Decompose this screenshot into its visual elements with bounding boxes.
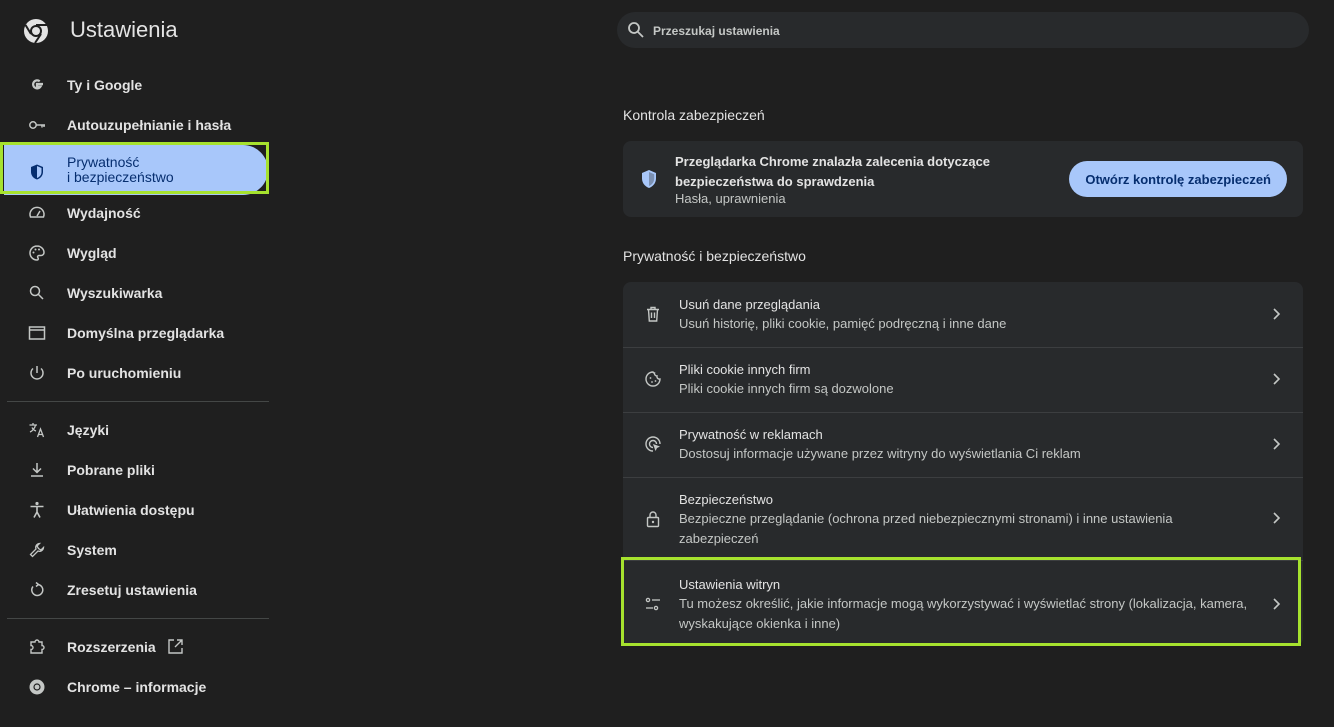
sidebar-item-label: Prywatność i bezpieczeństwo bbox=[67, 154, 174, 185]
sidebar-item-autofill[interactable]: Autouzupełnianie i hasła bbox=[0, 105, 270, 145]
row-subtitle: Bezpieczne przeglądanie (ochrona przed n… bbox=[679, 511, 1173, 546]
row-title: Usuń dane przeglądania bbox=[679, 297, 820, 312]
row-ad-privacy[interactable]: Prywatność w reklamach Dostosuj informac… bbox=[623, 412, 1303, 477]
sidebar-item-on-startup[interactable]: Po uruchomieniu bbox=[0, 353, 270, 393]
row-subtitle: Pliki cookie innych firm są dozwolone bbox=[679, 381, 894, 396]
trash-icon bbox=[644, 305, 662, 323]
sidebar-item-search-engine[interactable]: Wyszukiwarka bbox=[0, 273, 270, 313]
palette-icon bbox=[28, 244, 46, 262]
key-icon bbox=[28, 116, 46, 134]
sidebar-item-downloads[interactable]: Pobrane pliki bbox=[0, 450, 270, 490]
safety-check-section-title: Kontrola zabezpieczeń bbox=[623, 107, 765, 123]
sidebar-item-label: Rozszerzenia bbox=[67, 638, 156, 655]
search-icon bbox=[28, 284, 46, 302]
sidebar-item-label: Wyszukiwarka bbox=[67, 284, 163, 301]
row-third-party-cookies[interactable]: Pliki cookie innych firm Pliki cookie in… bbox=[623, 347, 1303, 412]
sidebar-item-label: Zresetuj ustawienia bbox=[67, 581, 197, 598]
browser-window-icon bbox=[28, 324, 46, 342]
row-title: Bezpieczeństwo bbox=[679, 492, 773, 507]
sidebar-item-label: Wydajność bbox=[67, 204, 141, 221]
row-security[interactable]: Bezpieczeństwo Bezpieczne przeglądanie (… bbox=[623, 477, 1303, 560]
settings-search-bar[interactable] bbox=[617, 12, 1309, 50]
wrench-icon bbox=[28, 541, 46, 559]
sidebar-item-label: Ty i Google bbox=[67, 76, 143, 93]
sidebar-item-reset[interactable]: Zresetuj ustawienia bbox=[0, 570, 270, 610]
sidebar: Ty i Google Autouzupełnianie i hasła Pry… bbox=[0, 64, 275, 727]
sidebar-item-system[interactable]: System bbox=[0, 530, 270, 570]
lock-icon bbox=[644, 510, 662, 528]
puzzle-icon bbox=[28, 638, 46, 656]
power-icon bbox=[28, 364, 46, 382]
sidebar-item-label: Pobrane pliki bbox=[67, 461, 155, 478]
accessibility-icon bbox=[28, 501, 46, 519]
row-title: Prywatność w reklamach bbox=[679, 427, 823, 442]
translate-icon bbox=[28, 421, 46, 439]
sidebar-item-label: Ułatwienia dostępu bbox=[67, 501, 195, 518]
sidebar-item-label: System bbox=[67, 541, 117, 558]
sidebar-item-privacy[interactable]: Prywatność i bezpieczeństwo bbox=[0, 145, 270, 195]
row-clear-browsing-data[interactable]: Usuń dane przeglądania Usuń historię, pl… bbox=[623, 282, 1303, 347]
sidebar-item-about-chrome[interactable]: Chrome – informacje bbox=[0, 667, 270, 707]
open-in-new-icon[interactable] bbox=[167, 638, 184, 655]
reset-icon bbox=[28, 581, 46, 599]
sidebar-item-label: Języki bbox=[67, 421, 110, 438]
shield-icon bbox=[28, 163, 46, 181]
safety-check-subtitle: Hasła, uprawnienia bbox=[675, 191, 786, 206]
sidebar-item-appearance[interactable]: Wygląd bbox=[0, 233, 270, 273]
privacy-section-title: Prywatność i bezpieczeństwo bbox=[623, 248, 806, 264]
safety-check-card: Przeglądarka Chrome znalazła zalecenia d… bbox=[623, 141, 1303, 217]
open-safety-check-button[interactable]: Otwórz kontrolę zabezpieczeń bbox=[1069, 161, 1287, 197]
sidebar-item-label: Chrome – informacje bbox=[67, 678, 207, 695]
search-icon bbox=[627, 21, 645, 39]
app-header: Ustawienia bbox=[0, 0, 1334, 64]
google-g-icon bbox=[28, 76, 46, 94]
sidebar-item-languages[interactable]: Języki bbox=[0, 410, 270, 450]
download-icon bbox=[28, 461, 46, 479]
ad-privacy-icon bbox=[644, 435, 662, 453]
sidebar-divider bbox=[7, 401, 269, 402]
chevron-right-icon bbox=[1271, 372, 1281, 386]
sidebar-item-accessibility[interactable]: Ułatwienia dostępu bbox=[0, 490, 270, 530]
chevron-right-icon bbox=[1271, 307, 1281, 321]
cookie-icon bbox=[644, 370, 662, 388]
chevron-right-icon bbox=[1271, 511, 1281, 525]
row-subtitle: Usuń historię, pliki cookie, pamięć podr… bbox=[679, 316, 1007, 331]
chrome-logo-icon bbox=[28, 678, 46, 696]
chrome-logo-icon bbox=[23, 18, 49, 44]
sidebar-item-you-and-google[interactable]: Ty i Google bbox=[0, 65, 270, 105]
sidebar-item-performance[interactable]: Wydajność bbox=[0, 193, 270, 233]
row-subtitle: Dostosuj informacje używane przez witryn… bbox=[679, 446, 1081, 461]
chevron-right-icon bbox=[1271, 437, 1281, 451]
search-input[interactable] bbox=[651, 12, 1295, 50]
speedometer-icon bbox=[28, 204, 46, 222]
site-settings-highlight bbox=[621, 557, 1301, 646]
shield-check-icon bbox=[640, 169, 658, 189]
sidebar-divider bbox=[7, 618, 269, 619]
sidebar-item-label: Wygląd bbox=[67, 244, 117, 261]
sidebar-item-label: Po uruchomieniu bbox=[67, 364, 182, 381]
sidebar-item-default-browser[interactable]: Domyślna przeglądarka bbox=[0, 313, 270, 353]
safety-check-message: Przeglądarka Chrome znalazła zalecenia d… bbox=[675, 154, 991, 189]
app-title: Ustawienia bbox=[70, 17, 178, 42]
sidebar-item-label: Autouzupełnianie i hasła bbox=[67, 116, 232, 133]
row-title: Pliki cookie innych firm bbox=[679, 362, 811, 377]
sidebar-item-label: Domyślna przeglądarka bbox=[67, 324, 225, 341]
sidebar-item-extensions[interactable]: Rozszerzenia bbox=[0, 627, 270, 667]
